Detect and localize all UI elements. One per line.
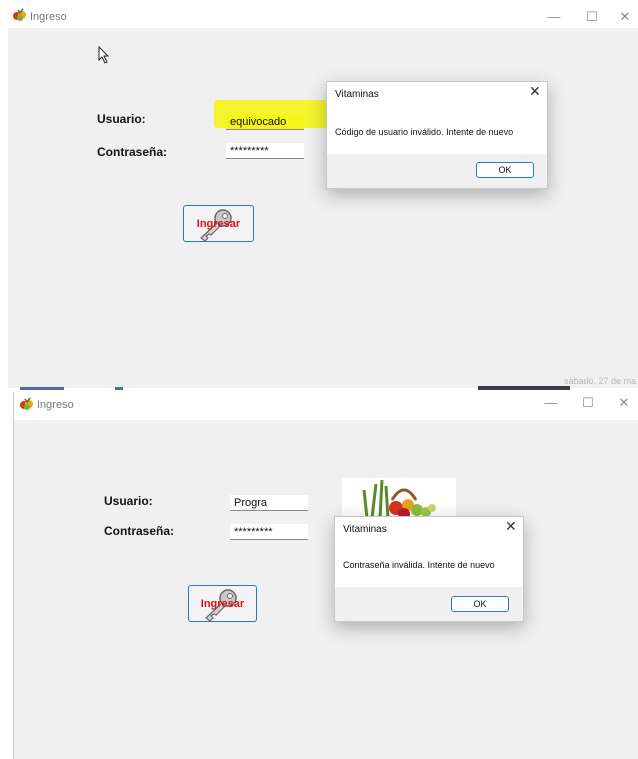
dialog-close-button[interactable]: ✕ — [529, 83, 541, 100]
minimize-button[interactable]: — — [544, 8, 564, 26]
close-button[interactable]: ✕ — [615, 8, 635, 26]
close-button[interactable]: ✕ — [614, 394, 634, 412]
dialog-title: Vitaminas — [343, 524, 387, 535]
background-strip — [20, 387, 64, 390]
contrasena-input[interactable]: ********* — [230, 524, 308, 540]
maximize-button[interactable]: ☐ — [578, 394, 598, 412]
fruit-basket-image — [342, 478, 456, 518]
ingresar-label: Ingresar — [200, 598, 245, 610]
fruit-app-icon — [20, 397, 33, 410]
background-strip — [115, 387, 123, 390]
background-strip — [478, 386, 570, 390]
dialog-message: Código de usuario inválido. Intente de n… — [335, 127, 514, 137]
top-error-dialog: Vitaminas ✕ Código de usuario inválido. … — [326, 81, 548, 189]
ingresar-label: Ingresar — [196, 218, 241, 230]
dialog-message: Contraseña inválida. Intente de nuevo — [343, 560, 495, 570]
ok-button[interactable]: OK — [476, 162, 534, 178]
window-left-edge — [13, 392, 14, 759]
window-title: Ingreso — [30, 11, 67, 23]
usuario-input[interactable]: Progra — [230, 495, 308, 511]
dialog-footer: OK — [327, 154, 547, 188]
dialog-close-button[interactable]: ✕ — [505, 518, 517, 535]
fruit-app-icon — [13, 8, 26, 21]
dialog-footer: OK — [335, 587, 523, 621]
bottom-error-dialog: Vitaminas ✕ Contraseña inválida. Intente… — [334, 516, 524, 622]
mouse-cursor-icon — [98, 46, 110, 64]
window-title: Ingreso — [37, 399, 74, 411]
taskbar-date: sábado, 27 de ma — [564, 376, 637, 386]
maximize-button[interactable]: ☐ — [582, 8, 602, 26]
ok-button[interactable]: OK — [451, 596, 509, 612]
contrasena-label: Contraseña: — [104, 524, 175, 538]
top-login-window: Ingreso — ☐ ✕ Usuario: equivocado Contra… — [8, 0, 638, 388]
usuario-label: Usuario: — [104, 494, 153, 508]
ingresar-button[interactable]: Ingresar — [183, 205, 254, 242]
bottom-title-bar: Ingreso — ☐ ✕ — [14, 392, 638, 420]
ingresar-button[interactable]: Ingresar — [188, 585, 257, 622]
dialog-title: Vitaminas — [335, 89, 379, 100]
usuario-input[interactable]: equivocado — [226, 114, 304, 130]
minimize-button[interactable]: — — [541, 394, 561, 412]
top-title-bar: Ingreso — ☐ ✕ — [8, 0, 638, 28]
contrasena-label: Contraseña: — [97, 145, 168, 159]
bottom-login-window: Ingreso — ☐ ✕ Usuario: Progra Contraseña… — [14, 392, 638, 759]
usuario-label: Usuario: — [97, 112, 146, 126]
contrasena-input[interactable]: ********* — [226, 143, 304, 159]
